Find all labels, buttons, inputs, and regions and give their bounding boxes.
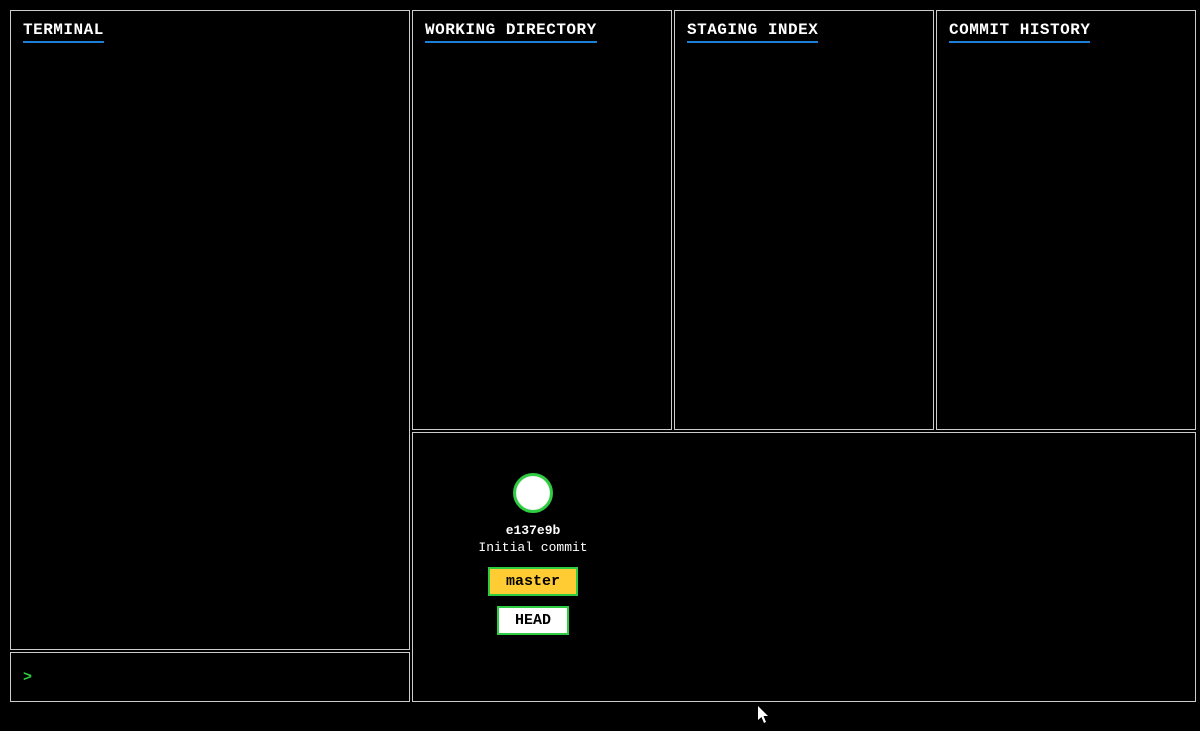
staging-index-title: STAGING INDEX	[687, 21, 818, 43]
terminal-title: TERMINAL	[23, 21, 104, 43]
commit-history-panel: COMMIT HISTORY	[936, 10, 1196, 430]
working-directory-panel: WORKING DIRECTORY	[412, 10, 672, 430]
terminal-panel: TERMINAL	[10, 10, 410, 650]
commit-circle-icon	[513, 473, 553, 513]
terminal-input-panel[interactable]: >	[10, 652, 410, 702]
commit-history-title: COMMIT HISTORY	[949, 21, 1090, 43]
working-directory-title: WORKING DIRECTORY	[425, 21, 597, 43]
commit-hash: e137e9b	[506, 523, 561, 538]
mouse-cursor-icon	[758, 706, 772, 729]
branch-tag: master	[488, 567, 578, 596]
commit-node: e137e9b Initial commit master HEAD	[463, 473, 603, 635]
commit-message: Initial commit	[478, 540, 587, 555]
head-tag: HEAD	[497, 606, 569, 635]
terminal-input[interactable]	[38, 669, 397, 686]
commit-graph-panel: e137e9b Initial commit master HEAD	[412, 432, 1196, 702]
prompt-symbol: >	[23, 669, 32, 686]
staging-index-panel: STAGING INDEX	[674, 10, 934, 430]
